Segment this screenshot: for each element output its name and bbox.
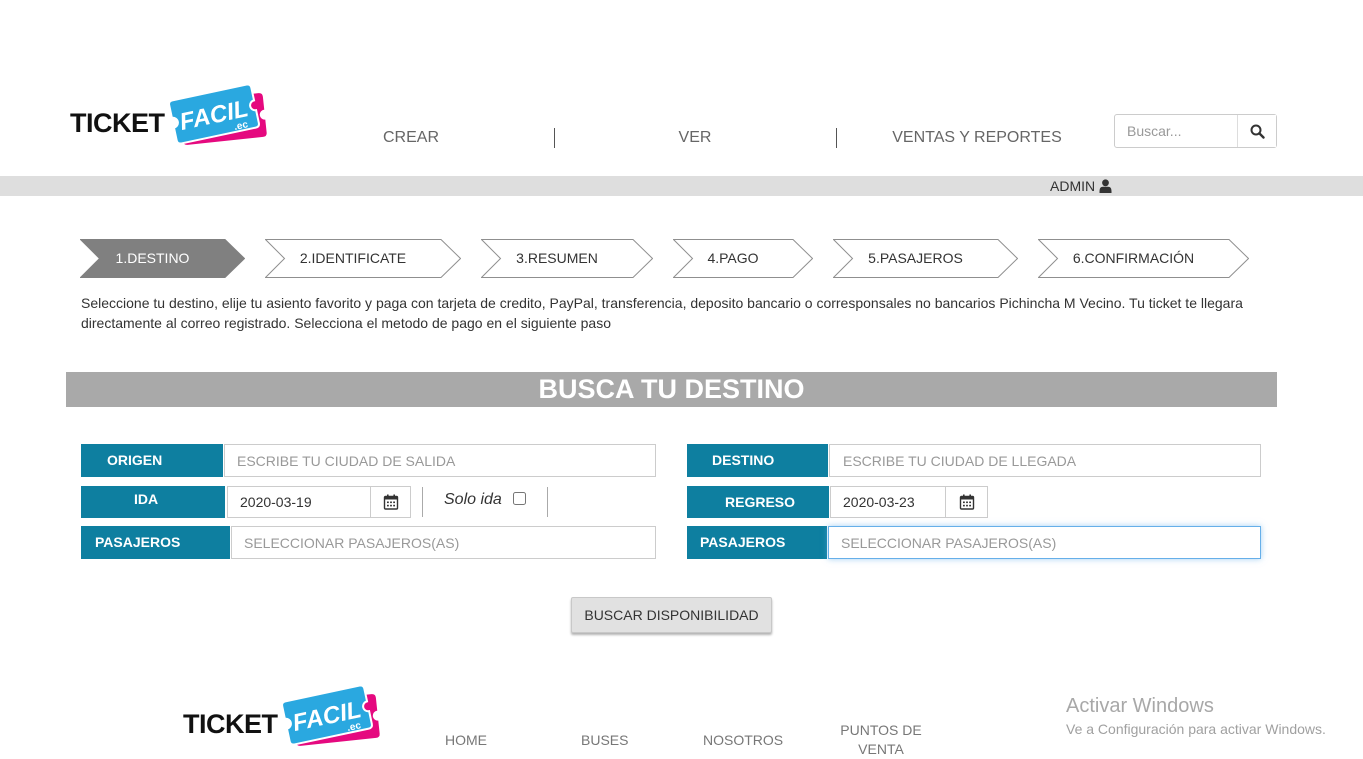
step-destino[interactable]: 1.DESTINO bbox=[80, 239, 245, 278]
logo-word: TICKET bbox=[70, 108, 166, 138]
header-logo[interactable]: TICKET FACIL .ec bbox=[68, 83, 268, 147]
logo-graphic: TICKET FACIL .ec bbox=[183, 684, 380, 746]
return-calendar-button[interactable] bbox=[945, 486, 988, 518]
windows-activation-subtitle: Ve a Configuración para activar Windows. bbox=[1066, 721, 1326, 737]
return-date-input[interactable] bbox=[830, 486, 946, 518]
destination-input[interactable] bbox=[829, 444, 1261, 477]
step-confirmacion[interactable]: 6.CONFIRMACIÓN bbox=[1038, 239, 1249, 278]
origin-label: ORIGEN bbox=[81, 444, 223, 477]
windows-activation-title: Activar Windows bbox=[1066, 695, 1214, 717]
logo-graphic: TICKET FACIL .ec bbox=[70, 83, 267, 145]
footer-logo[interactable]: TICKET FACIL .ec bbox=[181, 684, 381, 748]
step-label: 2.IDENTIFICATE bbox=[299, 250, 407, 266]
section-header: BUSCA TU DESTINO bbox=[66, 372, 1277, 407]
footer-link-puntos-de-venta[interactable]: PUNTOS DE VENTA bbox=[831, 721, 931, 759]
step-label: 1.DESTINO bbox=[115, 250, 190, 266]
origin-input[interactable] bbox=[224, 444, 656, 477]
intro-text: Seleccione tu destino, elije tu asiento … bbox=[81, 295, 1243, 331]
nav-crear[interactable]: CREAR bbox=[270, 128, 552, 148]
search-box bbox=[1114, 114, 1277, 148]
search-input[interactable] bbox=[1115, 115, 1237, 147]
nav-ventas-y-reportes[interactable]: VENTAS Y REPORTES bbox=[836, 128, 1118, 148]
user-name[interactable]: ADMIN bbox=[1050, 176, 1095, 196]
step-label: 3.RESUMEN bbox=[516, 250, 598, 266]
passengers-out-input[interactable] bbox=[231, 526, 656, 559]
step-pago[interactable]: 4.PAGO bbox=[673, 239, 813, 278]
search-availability-button[interactable]: BUSCAR DISPONIBILIDAD bbox=[571, 597, 772, 633]
page: TICKET FACIL .ec CREAR VER VENTAS Y REPO… bbox=[0, 0, 1363, 759]
passengers-return-label: PASAJEROS bbox=[687, 526, 827, 559]
return-label: REGRESO bbox=[687, 486, 829, 518]
footer-link-buses[interactable]: BUSES bbox=[581, 730, 628, 750]
logo-word: TICKET bbox=[183, 709, 279, 739]
departure-label: IDA bbox=[81, 486, 225, 518]
passengers-return-input[interactable] bbox=[828, 526, 1261, 559]
passengers-out-label: PASAJEROS bbox=[81, 526, 230, 559]
search-button[interactable] bbox=[1237, 115, 1276, 147]
step-label: 5.PASAJEROS bbox=[868, 250, 963, 266]
calendar-icon bbox=[959, 494, 974, 510]
departure-date-input[interactable] bbox=[227, 486, 371, 518]
step-identificate[interactable]: 2.IDENTIFICATE bbox=[265, 239, 461, 278]
one-way-checkbox[interactable] bbox=[513, 492, 526, 505]
section-title: BUSCA TU DESTINO bbox=[538, 374, 805, 404]
step-label: 6.CONFIRMACIÓN bbox=[1072, 250, 1195, 266]
destination-label: DESTINO bbox=[687, 444, 828, 477]
step-label: 4.PAGO bbox=[707, 250, 759, 266]
footer-link-home[interactable]: HOME bbox=[445, 730, 487, 750]
departure-calendar-button[interactable] bbox=[370, 486, 411, 518]
calendar-icon bbox=[383, 494, 398, 510]
user-icon[interactable] bbox=[1099, 179, 1112, 193]
nav-ver[interactable]: VER bbox=[554, 128, 836, 148]
footer-link-nosotros[interactable]: NOSOTROS bbox=[703, 730, 783, 750]
search-icon bbox=[1250, 124, 1265, 139]
user-bar: ADMIN bbox=[0, 176, 1363, 196]
one-way-label[interactable]: Solo ida bbox=[444, 490, 502, 510]
step-resumen[interactable]: 3.RESUMEN bbox=[481, 239, 653, 278]
step-pasajeros[interactable]: 5.PASAJEROS bbox=[833, 239, 1018, 278]
